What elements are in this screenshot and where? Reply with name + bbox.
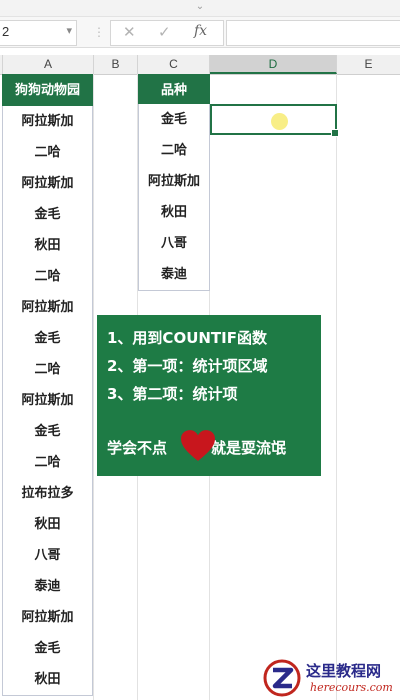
name-box[interactable]: 2 ▾ <box>0 20 77 46</box>
table-cell[interactable]: 八哥 <box>2 540 93 572</box>
mouse-cursor-highlight <box>271 113 288 130</box>
chevron-down-icon[interactable]: ▾ <box>66 24 72 37</box>
table-cell[interactable]: 二哈 <box>2 261 93 293</box>
table-cell[interactable]: 泰迪 <box>2 571 93 603</box>
watermark-url: herecours.com <box>310 681 393 694</box>
table-cell[interactable]: 二哈 <box>2 354 93 386</box>
column-header-d[interactable]: D <box>210 55 337 74</box>
insert-function-icon[interactable]: fx <box>194 23 207 39</box>
note-line-2: 2、第一项：统计项区域 <box>107 357 268 375</box>
table-header-breed[interactable]: 品种 <box>138 74 210 106</box>
table-header-dog-zoo[interactable]: 狗狗动物园 <box>2 74 93 106</box>
table-cell[interactable]: 金毛 <box>2 323 93 355</box>
table-cell[interactable]: 金毛 <box>138 104 210 136</box>
fill-handle[interactable] <box>331 129 339 137</box>
like-prompt-right: 就是耍流氓 <box>211 439 287 457</box>
gridline <box>336 74 337 700</box>
table-cell[interactable]: 阿拉斯加 <box>2 602 93 634</box>
column-header-row: A B C D E <box>0 55 400 75</box>
table-cell[interactable]: 秋田 <box>2 664 93 696</box>
column-header-e[interactable]: E <box>337 55 400 74</box>
table-cell[interactable]: 阿拉斯加 <box>138 166 210 198</box>
table-cell[interactable]: 二哈 <box>2 137 93 169</box>
like-prompt-left: 学会不点 <box>107 439 168 457</box>
table-cell[interactable]: 八哥 <box>138 228 210 260</box>
enter-icon[interactable]: ✓ <box>158 23 171 41</box>
formula-bar: 2 ▾ ⋮ ✕ ✓ fx <box>0 17 400 48</box>
table-cell[interactable]: 拉布拉多 <box>2 478 93 510</box>
column-header-a[interactable]: A <box>3 55 94 74</box>
note-line-3: 3、第二项：统计项 <box>107 385 238 403</box>
formula-bar-buttons: ✕ ✓ fx <box>110 20 224 46</box>
site-logo-icon <box>263 659 301 697</box>
table-cell[interactable]: 泰迪 <box>138 259 210 291</box>
table-cell[interactable]: 二哈 <box>138 135 210 167</box>
table-cell[interactable]: 金毛 <box>2 199 93 231</box>
column-header-b[interactable]: B <box>94 55 138 74</box>
heart-icon <box>181 430 215 461</box>
column-header-c[interactable]: C <box>138 55 210 74</box>
cancel-icon[interactable]: ✕ <box>123 23 136 41</box>
table-cell[interactable]: 二哈 <box>2 447 93 479</box>
chevron-down-icon[interactable]: ⌄ <box>191 1 209 13</box>
watermark-title: 这里教程网 <box>306 662 382 680</box>
formula-bar-separator: ⋮ <box>93 25 105 39</box>
instruction-note-box: 1、用到COUNTIF函数 2、第一项：统计项区域 3、第二项：统计项 学会不点… <box>97 315 321 476</box>
gridline <box>93 74 94 700</box>
table-cell[interactable]: 金毛 <box>2 633 93 665</box>
table-cell[interactable]: 阿拉斯加 <box>2 292 93 324</box>
note-line-1: 1、用到COUNTIF函数 <box>107 329 267 347</box>
table-cell[interactable]: 秋田 <box>138 197 210 229</box>
name-box-value: 2 <box>2 24 10 39</box>
ribbon-collapse-strip: ⌄ <box>0 0 400 17</box>
table-cell[interactable]: 阿拉斯加 <box>2 168 93 200</box>
table-cell[interactable]: 秋田 <box>2 509 93 541</box>
table-cell[interactable]: 金毛 <box>2 416 93 448</box>
table-cell[interactable]: 秋田 <box>2 230 93 262</box>
table-cell[interactable]: 阿拉斯加 <box>2 385 93 417</box>
table-cell[interactable]: 阿拉斯加 <box>2 106 93 138</box>
formula-input[interactable] <box>226 20 400 46</box>
watermark: 这里教程网 herecours.com <box>254 656 400 700</box>
